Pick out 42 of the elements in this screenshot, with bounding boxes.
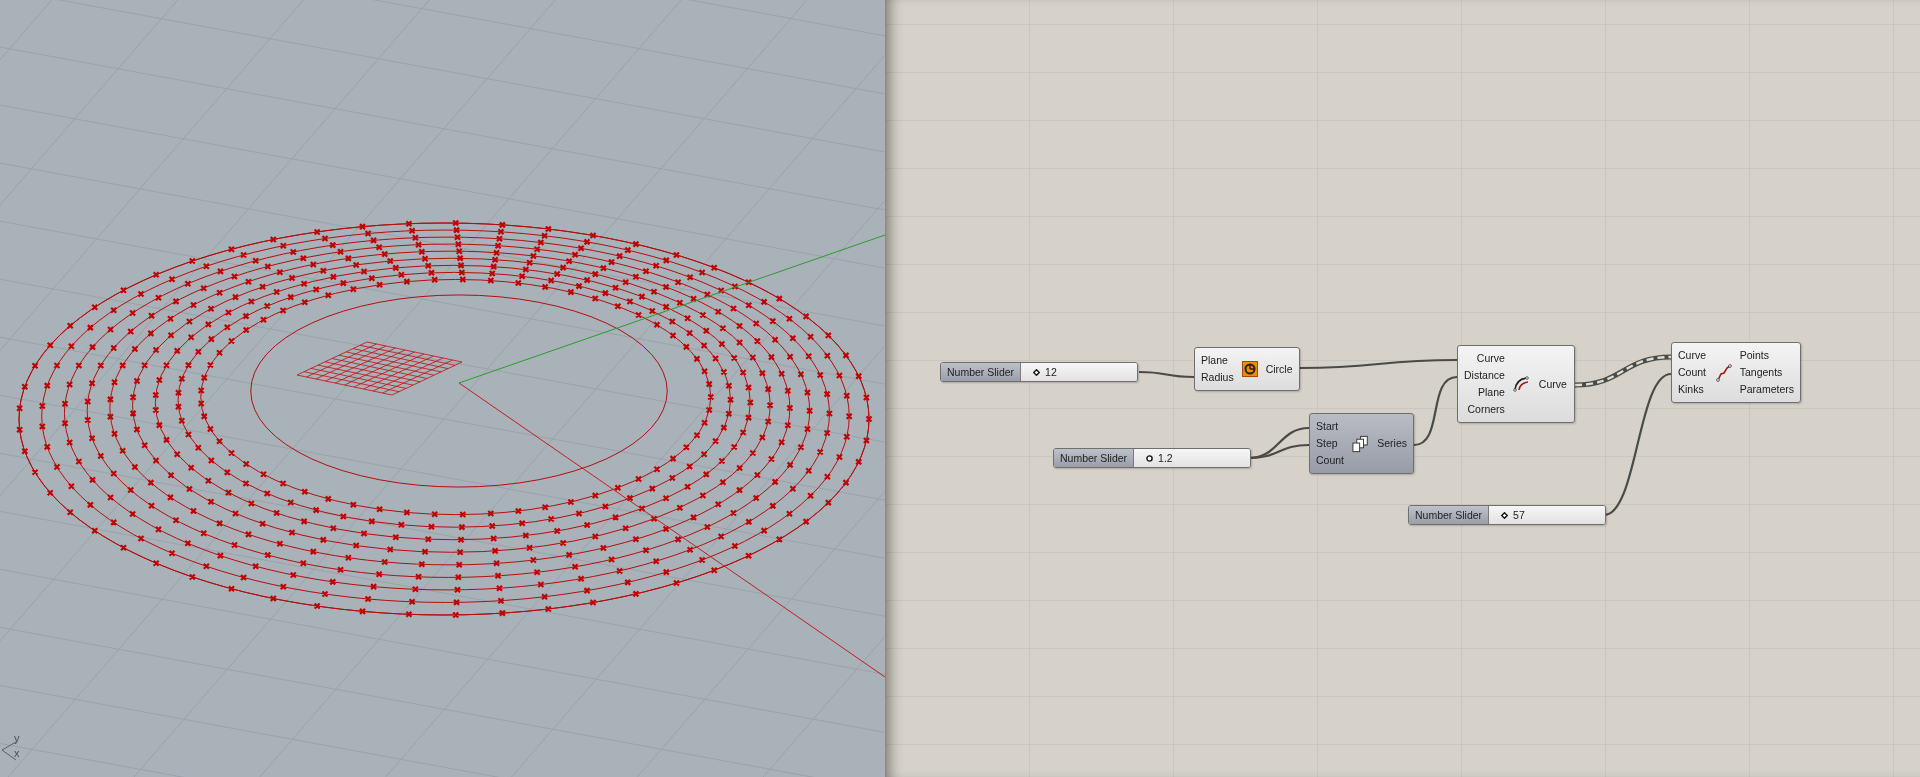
component-node[interactable]: Curve Count Kinks Points Tangents Parameters xyxy=(1671,342,1801,403)
input-label: Start xyxy=(1316,419,1339,434)
input-label: Curve xyxy=(1476,351,1505,366)
slider-value: 57 xyxy=(1513,509,1525,521)
number-slider[interactable]: Number Slider 57 xyxy=(1408,505,1606,525)
slider-label: Number Slider xyxy=(1054,449,1135,467)
output-label: Tangents xyxy=(1739,365,1783,380)
slider-value: 12 xyxy=(1045,366,1057,378)
output-label: Points xyxy=(1739,348,1769,363)
slider-value: 1.2 xyxy=(1158,452,1173,464)
slider-label: Number Slider xyxy=(1409,506,1490,524)
input-label: Distance xyxy=(1464,368,1505,383)
stacked-boxes-icon xyxy=(1352,434,1370,453)
input-label: Corners xyxy=(1467,402,1505,417)
wire xyxy=(1139,370,1194,379)
number-slider[interactable]: Number Slider 1.2 xyxy=(1053,448,1251,468)
input-label: Plane xyxy=(1478,385,1505,400)
diamond-marker-icon[interactable] xyxy=(1033,368,1041,376)
number-slider[interactable]: Number Slider 12 xyxy=(940,362,1138,382)
input-label: Count xyxy=(1678,365,1707,380)
offset-arcs-icon xyxy=(1512,376,1531,392)
input-label: Plane xyxy=(1201,353,1228,368)
component-node[interactable]: Plane Radius Circle xyxy=(1194,347,1300,391)
input-label: Step xyxy=(1316,436,1338,451)
input-label: Radius xyxy=(1201,370,1234,385)
output-label: Parameters xyxy=(1739,382,1794,397)
axis-label: x xyxy=(14,747,20,759)
circle-component-icon xyxy=(1241,361,1258,377)
component-node[interactable]: Start Step Count Series xyxy=(1309,413,1414,474)
output-label: Curve xyxy=(1538,376,1567,392)
wire xyxy=(1413,375,1458,447)
axis-label: y xyxy=(14,732,20,744)
circle-marker-icon[interactable] xyxy=(1146,454,1154,462)
input-label: Kinks xyxy=(1678,382,1704,397)
polyline-points-icon xyxy=(1715,363,1732,382)
component-node[interactable]: Curve Distance Plane Corners Curve xyxy=(1457,345,1575,423)
output-label: Series xyxy=(1377,436,1407,451)
diamond-marker-icon[interactable] xyxy=(1501,511,1509,519)
output-label: Circle xyxy=(1265,361,1293,377)
input-label: Count xyxy=(1316,453,1345,468)
input-label: Curve xyxy=(1678,348,1706,363)
slider-label: Number Slider xyxy=(941,363,1022,381)
